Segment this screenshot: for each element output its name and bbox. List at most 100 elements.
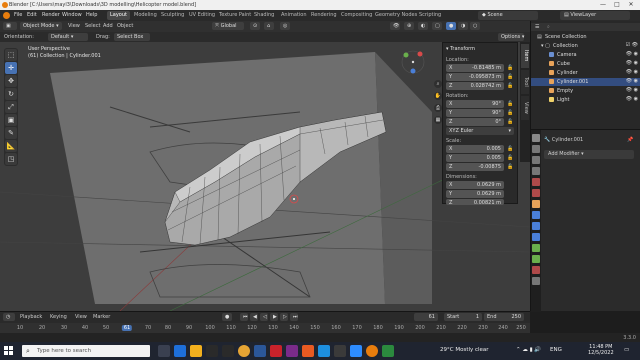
dimensions-x-field[interactable]: X 0.0629 m bbox=[446, 181, 504, 189]
drag-selector[interactable]: Select Box bbox=[114, 33, 150, 41]
scale-x-field[interactable]: X 0.005 bbox=[446, 145, 504, 153]
prev-key-button[interactable]: ◀ bbox=[250, 313, 258, 321]
language-indicator[interactable]: ENG bbox=[550, 347, 562, 353]
rotate-tool-icon[interactable]: ↻ bbox=[5, 88, 17, 100]
menu-playback[interactable]: Playback bbox=[20, 314, 42, 320]
lock-icon[interactable]: 🔓 bbox=[507, 119, 513, 125]
add-modifier-dropdown[interactable]: Add Modifier ▾ bbox=[544, 150, 634, 159]
camera-view-icon[interactable]: ⎙ bbox=[434, 104, 442, 112]
view-layer-props-icon[interactable] bbox=[532, 167, 540, 175]
data-props-icon[interactable] bbox=[532, 255, 540, 263]
lock-icon[interactable]: 🔓 bbox=[507, 74, 513, 80]
tab-tool[interactable]: Tool bbox=[521, 70, 529, 94]
menu-view[interactable]: View bbox=[68, 23, 80, 29]
tab-geometry-nodes[interactable]: Geometry Nodes bbox=[372, 11, 420, 20]
visibility-eye-icon[interactable]: 👁 ◉ bbox=[626, 96, 638, 102]
tab-shading[interactable]: Shading bbox=[251, 11, 277, 20]
material-props-icon[interactable] bbox=[532, 266, 540, 274]
location-x-field[interactable]: X -0.81485 m bbox=[446, 64, 504, 72]
pivot-button[interactable]: ⊙ bbox=[250, 22, 260, 30]
xray-button[interactable]: ▢ bbox=[432, 22, 442, 30]
output-props-icon[interactable] bbox=[532, 156, 540, 164]
lock-icon[interactable]: 🔓 bbox=[507, 65, 513, 71]
app-icon[interactable] bbox=[334, 345, 346, 357]
tab-texture-paint[interactable]: Texture Paint bbox=[216, 11, 254, 20]
rotation-x-field[interactable]: X 90° bbox=[446, 100, 504, 108]
app-icon[interactable] bbox=[318, 345, 330, 357]
physics-props-icon[interactable] bbox=[532, 233, 540, 241]
zoom-icon[interactable]: ⌕ bbox=[434, 80, 442, 88]
jump-end-button[interactable]: ⏭ bbox=[290, 313, 298, 321]
menu-render[interactable]: Render bbox=[42, 12, 60, 18]
notification-icon[interactable]: ▭ bbox=[624, 347, 629, 353]
weather-widget[interactable]: 29°C Mostly clear bbox=[440, 347, 489, 353]
object-props-icon[interactable] bbox=[532, 200, 540, 208]
tool-props-icon[interactable] bbox=[532, 134, 540, 142]
tray-icons[interactable]: ⌃ ☁ ▮ 🔊 bbox=[516, 347, 541, 353]
dimensions-z-field[interactable]: Z 0.00821 m bbox=[446, 199, 504, 206]
location-z-field[interactable]: Z 0.028742 m bbox=[446, 82, 504, 90]
transform-orientation-selector[interactable]: ⤧ Global bbox=[212, 22, 244, 30]
file-explorer-icon[interactable] bbox=[190, 345, 202, 357]
visibility-button[interactable]: 👁 bbox=[390, 22, 400, 30]
visibility-eye-icon[interactable]: 👁 ◉ bbox=[626, 51, 638, 57]
current-frame-field[interactable]: 61 bbox=[414, 313, 438, 321]
blender-taskbar-icon[interactable] bbox=[366, 345, 378, 357]
move-tool-icon[interactable]: ✥ bbox=[5, 75, 17, 87]
taskbar-search-box[interactable]: ⌕ Type here to search bbox=[22, 345, 150, 357]
dimensions-y-field[interactable]: Y 0.0629 m bbox=[446, 190, 504, 198]
menu-help[interactable]: Help bbox=[86, 12, 97, 18]
edge-browser-icon[interactable] bbox=[174, 345, 186, 357]
scale-y-field[interactable]: Y 0.005 bbox=[446, 154, 504, 162]
tab-scripting[interactable]: Scripting bbox=[416, 11, 444, 20]
visibility-eye-icon[interactable]: 👁 ◉ bbox=[626, 60, 638, 66]
scene-collection-row[interactable]: ▤ Scene Collection bbox=[531, 33, 640, 41]
jump-start-button[interactable]: ⏮ bbox=[240, 313, 248, 321]
menu-edit[interactable]: Edit bbox=[27, 12, 37, 18]
outliner-item-empty[interactable]: Empty 👁 ◉ bbox=[531, 87, 640, 95]
options-dropdown[interactable]: Options ▾ bbox=[498, 33, 524, 41]
cursor-tool-icon[interactable]: ✛ bbox=[5, 62, 17, 74]
tab-uv-editing[interactable]: UV Editing bbox=[186, 11, 218, 20]
shading-rendered-button[interactable]: ○ bbox=[470, 22, 480, 30]
texture-props-icon[interactable] bbox=[532, 277, 540, 285]
tab-view[interactable]: View bbox=[521, 96, 529, 120]
outliner-item-cube[interactable]: Cube 👁 ◉ bbox=[531, 60, 640, 68]
store-icon[interactable] bbox=[206, 345, 218, 357]
location-y-field[interactable]: Y -0.095873 m bbox=[446, 73, 504, 81]
modifier-wrench-icon[interactable] bbox=[532, 211, 540, 219]
outliner-filter-icon[interactable]: ☰ bbox=[535, 24, 539, 30]
constraints-props-icon[interactable] bbox=[532, 244, 540, 252]
tab-animation[interactable]: Animation bbox=[278, 11, 310, 20]
particles-props-icon[interactable] bbox=[532, 222, 540, 230]
menu-window[interactable]: Window bbox=[62, 12, 82, 18]
menu-select[interactable]: Select bbox=[85, 23, 100, 29]
collection-row[interactable]: ▾ ▢ Collection ☑ 👁 bbox=[531, 42, 640, 50]
timeline-editor-icon[interactable]: ◷ bbox=[3, 313, 15, 321]
visibility-eye-icon[interactable]: 👁 ◉ bbox=[626, 69, 638, 75]
menu-add[interactable]: Add bbox=[103, 23, 113, 29]
gizmo-button[interactable]: ⊕ bbox=[404, 22, 414, 30]
transform-panel-header[interactable]: ▾ Transform bbox=[446, 46, 475, 52]
app-icon[interactable] bbox=[286, 345, 298, 357]
lock-icon[interactable]: 🔓 bbox=[507, 146, 513, 152]
menu-view[interactable]: View bbox=[75, 314, 87, 320]
orientation-selector[interactable]: Default ▾ bbox=[48, 33, 88, 41]
visibility-eye-icon[interactable]: ☑ 👁 bbox=[626, 42, 638, 48]
tab-layout[interactable]: Layout bbox=[107, 11, 130, 20]
rotation-z-field[interactable]: Z 0° bbox=[446, 118, 504, 126]
outliner-item-cylinder[interactable]: Cylinder 👁 ◉ bbox=[531, 69, 640, 77]
auto-key-button[interactable]: ● bbox=[222, 313, 232, 321]
acrobat-icon[interactable] bbox=[270, 345, 282, 357]
menu-object[interactable]: Object bbox=[117, 23, 133, 29]
overlays-button[interactable]: ◐ bbox=[418, 22, 428, 30]
play-button[interactable]: ▶ bbox=[270, 313, 278, 321]
menu-marker[interactable]: Marker bbox=[93, 314, 110, 320]
tab-sculpting[interactable]: Sculpting bbox=[158, 11, 187, 20]
lock-icon[interactable]: 🔓 bbox=[507, 101, 513, 107]
tab-rendering[interactable]: Rendering bbox=[308, 11, 340, 20]
measure-tool-icon[interactable]: 📐 bbox=[5, 140, 17, 152]
tab-item[interactable]: Item bbox=[521, 44, 529, 68]
blender-menu-icon[interactable] bbox=[3, 12, 10, 19]
shading-material-button[interactable]: ◑ bbox=[458, 22, 468, 30]
